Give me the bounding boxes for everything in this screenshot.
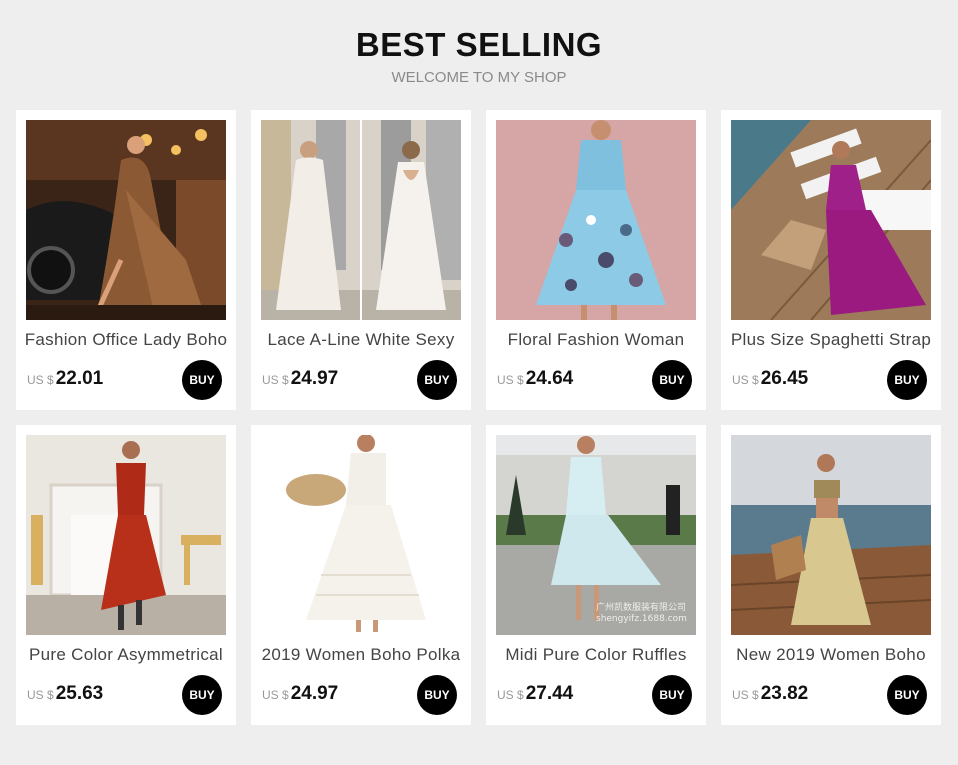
product-name[interactable]: 2019 Women Boho Polka (255, 645, 467, 665)
product-image[interactable] (496, 120, 696, 320)
buy-button[interactable]: BUY (417, 675, 457, 715)
product-name[interactable]: Midi Pure Color Ruffles (490, 645, 702, 665)
currency-label: US $ (27, 688, 54, 702)
currency-label: US $ (497, 688, 524, 702)
product-image[interactable] (261, 120, 461, 320)
price-row: US $ 23.82 (732, 683, 808, 705)
product-image[interactable] (26, 120, 226, 320)
product-name[interactable]: Pure Color Asymmetrical (20, 645, 232, 665)
currency-label: US $ (27, 373, 54, 387)
buy-button[interactable]: BUY (182, 675, 222, 715)
price-row: US $ 22.01 (27, 368, 103, 390)
product-image[interactable] (26, 435, 226, 635)
product-card[interactable]: Fashion Office Lady Boho US $ 22.01 BUY (16, 110, 236, 410)
product-card[interactable]: Lace A-Line White Sexy US $ 24.97 BUY (251, 110, 471, 410)
currency-label: US $ (497, 373, 524, 387)
product-price: 24.97 (290, 368, 339, 389)
product-price: 23.82 (760, 683, 809, 704)
product-price: 26.45 (760, 368, 809, 389)
buy-button[interactable]: BUY (182, 360, 222, 400)
price-row: US $ 24.97 (262, 368, 338, 390)
price-row: US $ 26.45 (732, 368, 808, 390)
price-row: US $ 24.97 (262, 683, 338, 705)
currency-label: US $ (732, 688, 759, 702)
buy-button[interactable]: BUY (417, 360, 457, 400)
product-price: 24.97 (290, 683, 339, 704)
product-card[interactable]: 广州凯数服装有限公司 shengyifz.1688.com Midi Pure … (486, 425, 706, 725)
buy-button[interactable]: BUY (887, 675, 927, 715)
product-card[interactable]: Pure Color Asymmetrical US $ 25.63 BUY (16, 425, 236, 725)
product-price: 27.44 (525, 683, 574, 704)
price-row: US $ 24.64 (497, 368, 573, 390)
product-name[interactable]: Plus Size Spaghetti Strap (725, 330, 937, 350)
currency-label: US $ (262, 688, 289, 702)
product-image[interactable] (731, 120, 931, 320)
buy-button[interactable]: BUY (652, 675, 692, 715)
product-name[interactable]: Fashion Office Lady Boho (20, 330, 232, 350)
price-row: US $ 25.63 (27, 683, 103, 705)
product-price: 22.01 (55, 368, 104, 389)
page-subtitle: WELCOME TO MY SHOP (391, 69, 567, 86)
image-watermark: 广州凯数服装有限公司 shengyifz.1688.com (596, 603, 687, 624)
price-row: US $ 27.44 (497, 683, 573, 705)
product-card[interactable]: Plus Size Spaghetti Strap US $ 26.45 BUY (721, 110, 941, 410)
product-name[interactable]: Floral Fashion Woman (490, 330, 702, 350)
currency-label: US $ (262, 373, 289, 387)
product-name[interactable]: New 2019 Women Boho (725, 645, 937, 665)
product-image[interactable] (731, 435, 931, 635)
buy-button[interactable]: BUY (887, 360, 927, 400)
currency-label: US $ (732, 373, 759, 387)
product-image[interactable]: 广州凯数服装有限公司 shengyifz.1688.com (496, 435, 696, 635)
product-price: 24.64 (525, 368, 574, 389)
product-card[interactable]: 2019 Women Boho Polka US $ 24.97 BUY (251, 425, 471, 725)
product-grid: Fashion Office Lady Boho US $ 22.01 BUY (16, 110, 941, 725)
buy-button[interactable]: BUY (652, 360, 692, 400)
product-card[interactable]: New 2019 Women Boho US $ 23.82 BUY (721, 425, 941, 725)
product-card[interactable]: Floral Fashion Woman US $ 24.64 BUY (486, 110, 706, 410)
product-price: 25.63 (55, 683, 104, 704)
page-title: BEST SELLING (355, 26, 603, 63)
product-image[interactable] (261, 435, 461, 635)
product-name[interactable]: Lace A-Line White Sexy (255, 330, 467, 350)
